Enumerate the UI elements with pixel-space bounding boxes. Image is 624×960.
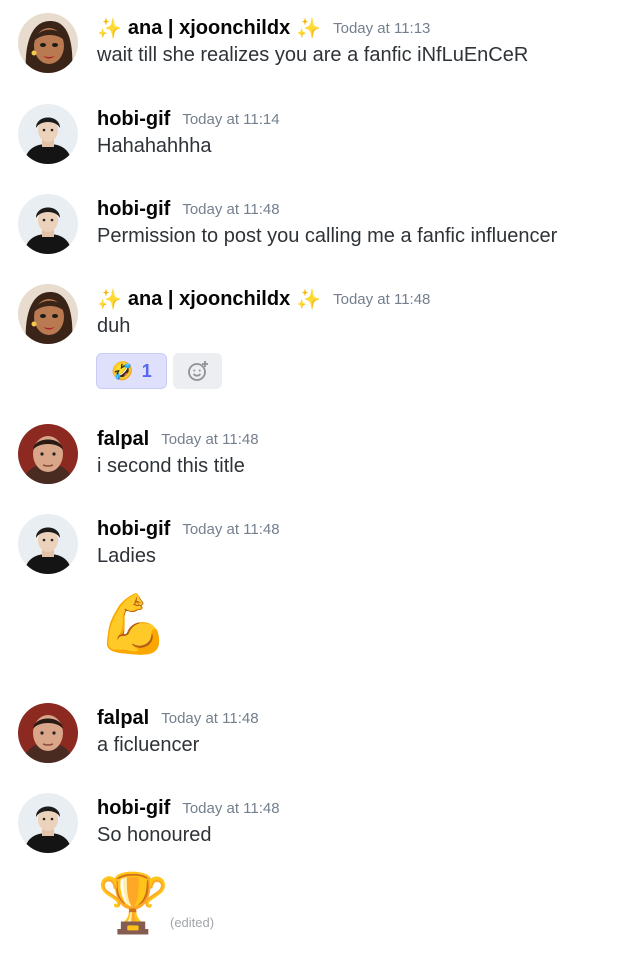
message-header: falpal Today at 11:48 <box>97 703 259 733</box>
username[interactable]: falpal <box>97 707 149 730</box>
reactions-bar: 🤣 1 <box>96 353 222 389</box>
username[interactable]: ana | xjoonchildx <box>128 17 290 40</box>
timestamp: Today at 11:48 <box>161 709 259 727</box>
message-header: falpal Today at 11:48 <box>97 424 259 454</box>
add-reaction-button[interactable] <box>173 353 222 389</box>
reaction-count: 1 <box>141 360 152 381</box>
message-header: ✨ ana | xjoonchildx ✨ Today at 11:13 <box>97 13 430 43</box>
avatar[interactable] <box>18 104 78 164</box>
timestamp: Today at 11:14 <box>182 110 280 128</box>
avatar[interactable] <box>18 13 78 73</box>
timestamp: Today at 11:48 <box>333 290 431 308</box>
rofl-emoji: 🤣 <box>111 360 134 381</box>
message-text: Permission to post you calling me a fanf… <box>97 225 558 247</box>
username[interactable]: ana | xjoonchildx <box>128 288 290 311</box>
message-header: hobi-gif Today at 11:14 <box>97 104 280 134</box>
avatar[interactable] <box>18 194 78 254</box>
avatar[interactable] <box>18 284 78 344</box>
message-header: hobi-gif Today at 11:48 <box>97 793 280 823</box>
timestamp: Today at 11:48 <box>182 200 280 218</box>
sparkles-emoji: ✨ <box>97 17 122 40</box>
edited-label: (edited) <box>170 915 215 930</box>
message-text: wait till she realizes you are a fanfic … <box>97 44 529 66</box>
message-text: i second this title <box>97 455 245 477</box>
username[interactable]: hobi-gif <box>97 518 170 541</box>
message-header: ✨ ana | xjoonchildx ✨ Today at 11:48 <box>97 284 430 314</box>
message-text: Ladies <box>97 545 156 567</box>
message-text: Hahahahhha <box>97 135 212 157</box>
message-text: a ficluencer <box>97 734 200 756</box>
avatar[interactable] <box>18 424 78 484</box>
timestamp: Today at 11:48 <box>182 520 280 538</box>
username[interactable]: hobi-gif <box>97 198 170 221</box>
message-header: hobi-gif Today at 11:48 <box>97 194 280 224</box>
username[interactable]: hobi-gif <box>97 108 170 131</box>
timestamp: Today at 11:48 <box>161 430 259 448</box>
sparkles-emoji: ✨ <box>296 17 322 40</box>
flexed-biceps-emoji: 💪 <box>97 592 170 657</box>
avatar[interactable] <box>18 793 78 853</box>
sparkles-emoji: ✨ <box>296 288 322 311</box>
reaction-rofl[interactable]: 🤣 1 <box>96 353 167 389</box>
message-header: hobi-gif Today at 11:48 <box>97 514 280 544</box>
timestamp: Today at 11:13 <box>333 19 431 37</box>
username[interactable]: hobi-gif <box>97 797 170 820</box>
add-reaction-icon <box>187 361 208 381</box>
message-text: duh <box>97 315 131 337</box>
trophy-emoji: 🏆 <box>97 871 170 936</box>
avatar[interactable] <box>18 514 78 574</box>
timestamp: Today at 11:48 <box>182 799 280 817</box>
avatar[interactable] <box>18 703 78 763</box>
sparkles-emoji: ✨ <box>97 288 122 311</box>
message-text: So honoured <box>97 824 212 846</box>
username[interactable]: falpal <box>97 428 149 451</box>
